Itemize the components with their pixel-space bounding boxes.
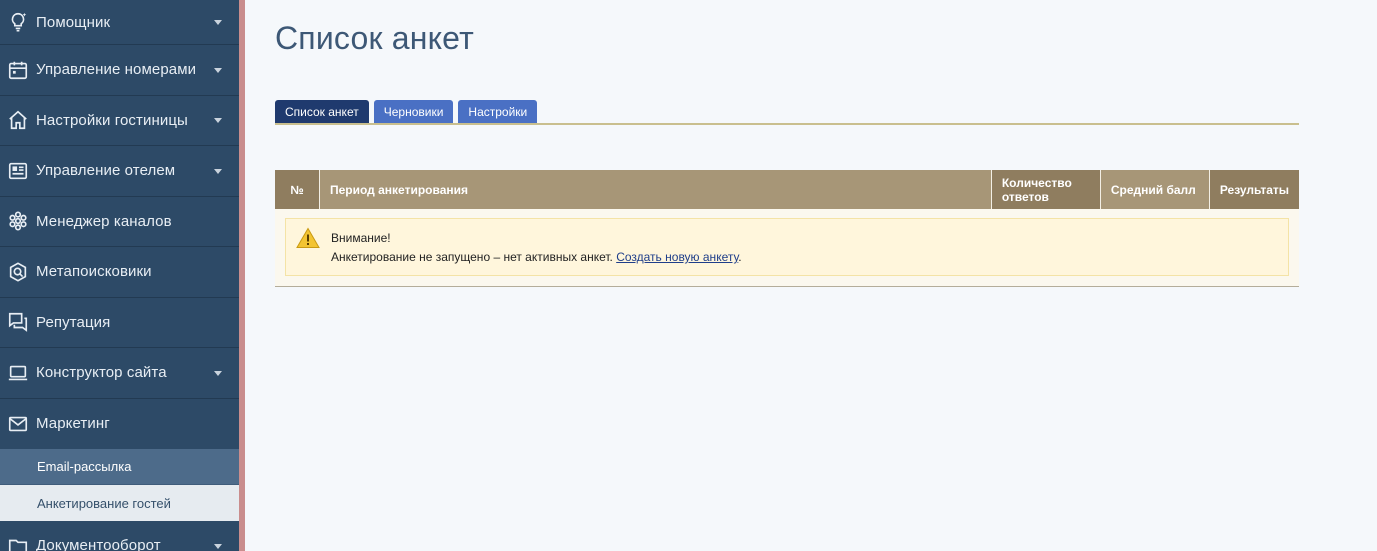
column-header-average[interactable]: Средний балл bbox=[1101, 170, 1210, 209]
chevron-down-icon bbox=[214, 168, 222, 174]
sidebar-item-reputation[interactable]: Репутация bbox=[0, 298, 239, 348]
sidebar-item-label: Управление номерами bbox=[36, 61, 197, 79]
sidebar-item-label: Документооборот bbox=[36, 537, 161, 551]
notice-suffix: . bbox=[738, 250, 742, 264]
sidebar-item-label: Настройки гостиницы bbox=[36, 111, 188, 129]
column-header-period[interactable]: Период анкетирования bbox=[320, 170, 992, 209]
tab-bar: Список анкет Черновики Настройки bbox=[275, 100, 538, 123]
sidebar-subitem-label: Email-рассылка bbox=[37, 459, 132, 474]
sidebar-item-documents[interactable]: Документооборот bbox=[0, 521, 239, 551]
sidebar-item-label: Репутация bbox=[36, 313, 111, 331]
folder-icon bbox=[0, 535, 36, 551]
sidebar-item-label: Конструктор сайта bbox=[36, 364, 167, 382]
warning-notice: Внимание! Анкетирование не запущено – не… bbox=[285, 218, 1289, 276]
sidebar: Помощник Управление номерами Настройки г… bbox=[0, 0, 239, 551]
sidebar-item-hotel-settings[interactable]: Настройки гостиницы bbox=[0, 96, 239, 146]
sidebar-item-metasearch[interactable]: Метапоисковики bbox=[0, 247, 239, 298]
sidebar-item-hotel-management[interactable]: Управление отелем bbox=[0, 146, 239, 197]
sidebar-item-label: Маркетинг bbox=[36, 415, 110, 433]
sidebar-item-label: Управление отелем bbox=[36, 162, 176, 180]
create-survey-link[interactable]: Создать новую анкету bbox=[616, 250, 738, 264]
dashboard-icon bbox=[0, 160, 36, 182]
table-header: № Период анкетирования Количество ответо… bbox=[275, 170, 1300, 209]
lightbulb-icon bbox=[0, 11, 36, 33]
calendar-icon bbox=[0, 59, 36, 81]
notice-message: Анкетирование не запущено – нет активных… bbox=[331, 250, 617, 264]
sidebar-subitem-label: Анкетирование гостей bbox=[37, 495, 171, 511]
notice-title: Внимание! bbox=[331, 231, 391, 245]
search-gear-icon bbox=[0, 261, 36, 283]
survey-table: № Период анкетирования Количество ответо… bbox=[275, 170, 1300, 287]
chevron-down-icon bbox=[214, 370, 222, 376]
main-content: Список анкет Список анкет Черновики Наст… bbox=[245, 0, 1377, 551]
envelope-icon bbox=[0, 413, 36, 435]
sidebar-item-site-builder[interactable]: Конструктор сайта bbox=[0, 348, 239, 399]
chat-icon bbox=[0, 311, 36, 333]
sidebar-subitem-guest-survey[interactable]: Анкетирование гостей bbox=[0, 485, 239, 521]
warning-icon bbox=[296, 227, 320, 249]
tab-settings[interactable]: Настройки bbox=[458, 100, 538, 123]
tab-drafts[interactable]: Черновики bbox=[373, 100, 454, 123]
notice-text: Анкетирование не запущено – нет активных… bbox=[331, 250, 742, 264]
network-icon bbox=[0, 210, 36, 232]
sidebar-item-label: Помощник bbox=[36, 13, 111, 31]
chevron-down-icon bbox=[214, 20, 222, 25]
sidebar-item-label: Метапоисковики bbox=[36, 263, 152, 281]
sidebar-item-assistant[interactable]: Помощник bbox=[0, 0, 239, 45]
chevron-down-icon bbox=[214, 543, 222, 549]
column-header-count[interactable]: Количество ответов bbox=[991, 170, 1101, 209]
laptop-icon bbox=[0, 362, 36, 384]
sidebar-item-channel-manager[interactable]: Менеджер каналов bbox=[0, 197, 239, 247]
sidebar-item-marketing[interactable]: Маркетинг bbox=[0, 399, 239, 450]
home-icon bbox=[0, 109, 36, 131]
sidebar-subitem-email[interactable]: Email-рассылка bbox=[0, 449, 239, 485]
tab-survey-list[interactable]: Список анкет bbox=[275, 100, 369, 123]
chevron-down-icon bbox=[214, 118, 222, 124]
sidebar-item-rooms[interactable]: Управление номерами bbox=[0, 45, 239, 96]
column-header-num[interactable]: № bbox=[275, 170, 320, 209]
tabs-divider bbox=[275, 123, 1299, 125]
page-title: Список анкет bbox=[275, 20, 474, 56]
chevron-down-icon bbox=[214, 67, 222, 73]
column-header-results[interactable]: Результаты bbox=[1209, 170, 1300, 209]
table-body: Внимание! Анкетирование не запущено – не… bbox=[275, 209, 1299, 287]
sidebar-item-label: Менеджер каналов bbox=[36, 212, 172, 230]
